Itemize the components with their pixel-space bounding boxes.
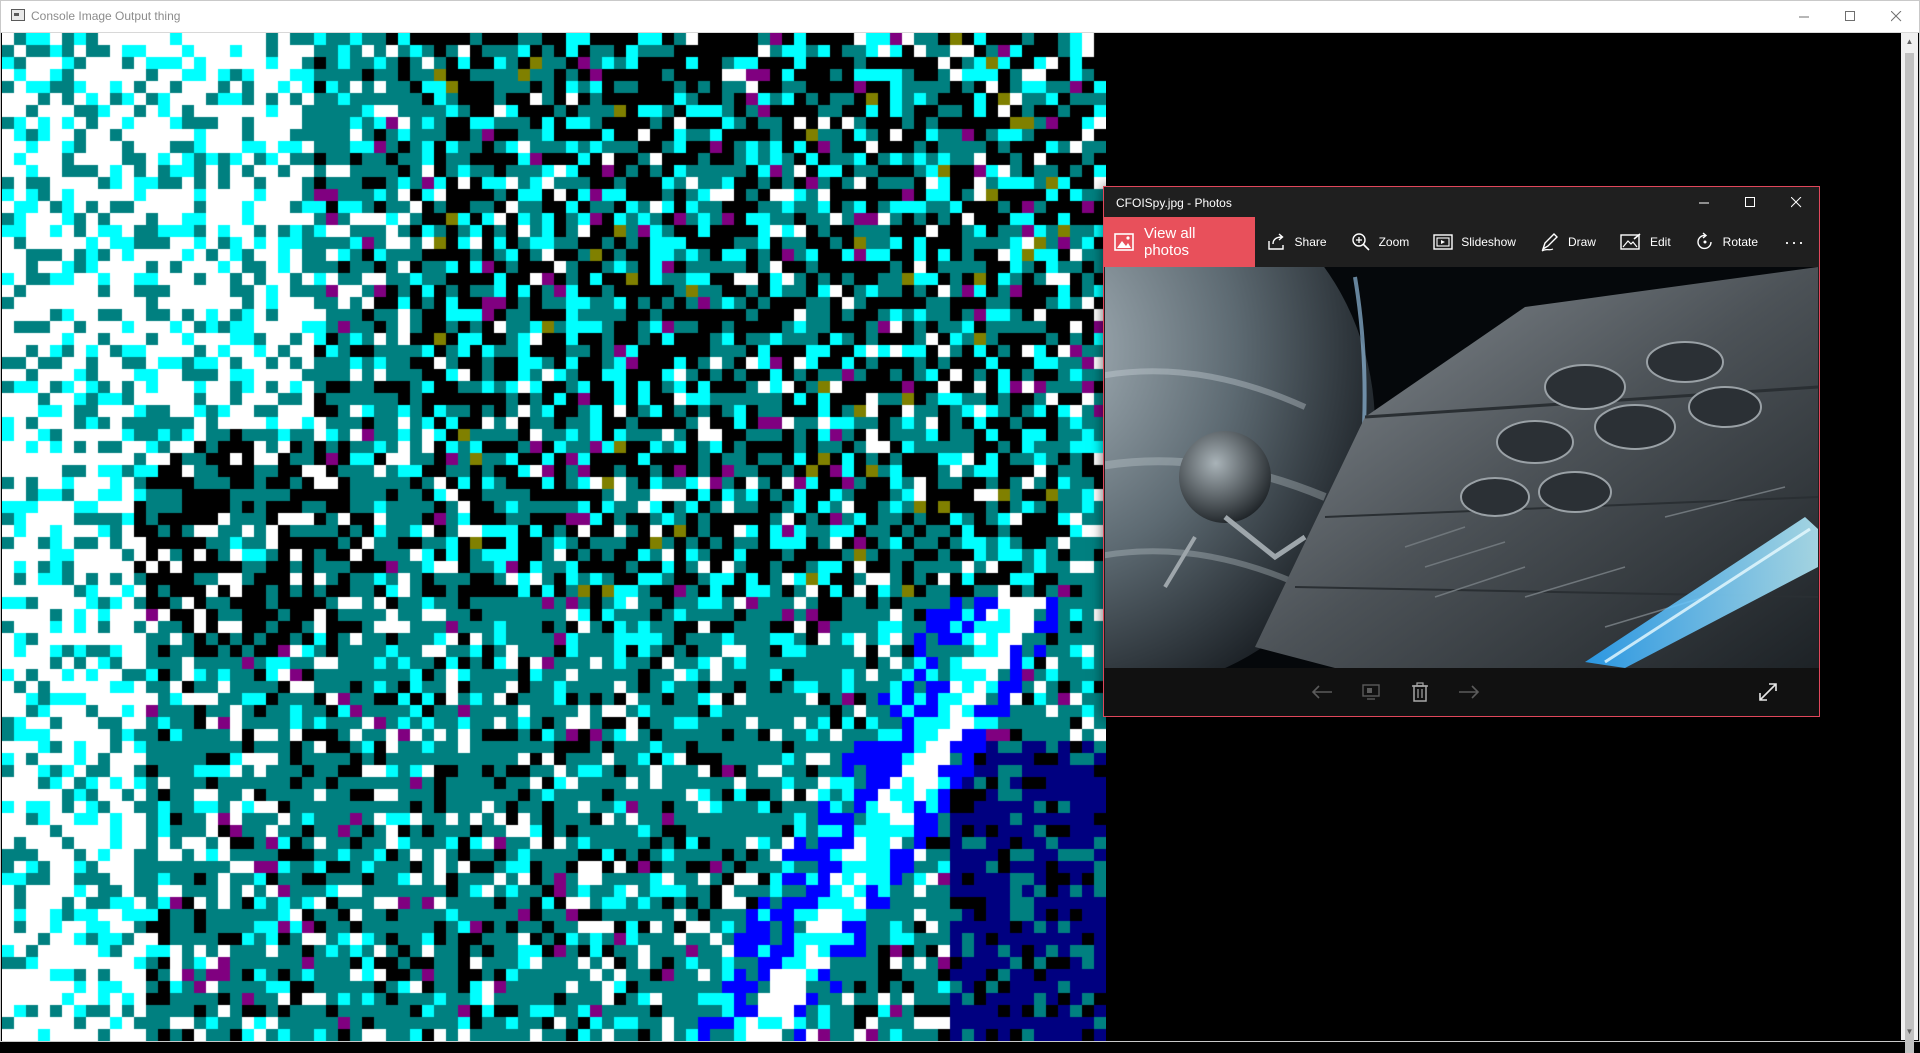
fullscreen-icon: [1759, 683, 1777, 701]
minimize-button[interactable]: [1781, 1, 1827, 32]
photos-icon: [1114, 233, 1134, 251]
scroll-down-arrow-icon[interactable]: ▼: [1901, 1023, 1918, 1040]
minimize-icon: [1798, 16, 1809, 18]
slideshow-label: Slideshow: [1461, 235, 1516, 249]
share-icon: [1267, 233, 1284, 250]
photos-close-button[interactable]: [1773, 187, 1819, 217]
console-pixel-output: [2, 33, 1106, 1041]
more-icon: ···: [1784, 231, 1805, 252]
fullscreen-button[interactable]: [1756, 680, 1780, 704]
share-label: Share: [1294, 235, 1327, 249]
slideshow-icon: [1433, 234, 1453, 250]
zoom-button[interactable]: Zoom: [1339, 217, 1422, 267]
slideshow-thumbnail-button[interactable]: [1359, 680, 1383, 704]
photos-window: CFOISpy.jpg - Photos View all photos Sha…: [1103, 186, 1820, 717]
console-vertical-scrollbar[interactable]: ▲ ▼: [1901, 33, 1918, 1053]
draw-icon: [1541, 233, 1558, 252]
draw-label: Draw: [1567, 235, 1596, 249]
slideshow-thumbnail-icon: [1362, 684, 1380, 700]
view-all-photos-button[interactable]: View all photos: [1104, 217, 1255, 267]
previous-arrow-icon: [1311, 685, 1332, 699]
millennium-falcon-photo: [1105, 267, 1818, 668]
scrollbar-thumb[interactable]: [1905, 53, 1914, 1053]
edit-icon: [1620, 233, 1641, 250]
slideshow-button[interactable]: Slideshow: [1421, 217, 1528, 267]
maximize-button[interactable]: [1827, 1, 1873, 32]
minimize-icon: [1698, 202, 1709, 203]
next-photo-button[interactable]: [1457, 680, 1481, 704]
zoom-icon: [1351, 233, 1370, 251]
photos-maximize-button[interactable]: [1727, 187, 1773, 217]
zoom-label: Zoom: [1378, 235, 1410, 249]
share-button[interactable]: Share: [1255, 217, 1339, 267]
console-window-controls: [1781, 1, 1919, 32]
draw-button[interactable]: Draw: [1528, 217, 1608, 267]
maximize-icon: [1744, 196, 1755, 207]
photo-viewer[interactable]: [1105, 267, 1818, 668]
previous-photo-button[interactable]: [1310, 680, 1334, 704]
edit-label: Edit: [1649, 235, 1671, 249]
photos-window-title: CFOISpy.jpg - Photos: [1116, 196, 1232, 210]
rotate-button[interactable]: Rotate: [1683, 217, 1770, 267]
rotate-icon: [1696, 232, 1712, 250]
close-icon: [1890, 11, 1901, 22]
close-button[interactable]: [1873, 1, 1919, 32]
dithered-image-canvas: [2, 33, 1106, 1041]
delete-icon: [1412, 682, 1428, 702]
view-all-photos-label: View all photos: [1144, 225, 1196, 259]
photo-bottom-bar: [1104, 668, 1819, 716]
photos-window-controls: [1681, 187, 1819, 217]
more-options-button[interactable]: ···: [1770, 232, 1819, 253]
photos-toolbar: View all photos Share Zoom Slideshow Dra…: [1104, 217, 1819, 267]
close-icon: [1790, 196, 1801, 207]
console-app-icon: [11, 9, 25, 21]
maximize-icon: [1844, 11, 1855, 21]
scroll-up-arrow-icon[interactable]: ▲: [1901, 33, 1918, 50]
delete-photo-button[interactable]: [1408, 680, 1432, 704]
console-window-title: Console Image Output thing: [31, 9, 181, 23]
photos-minimize-button[interactable]: [1681, 187, 1727, 217]
console-titlebar[interactable]: Console Image Output thing: [1, 1, 1919, 33]
edit-button[interactable]: Edit: [1608, 217, 1683, 267]
rotate-label: Rotate: [1722, 235, 1759, 249]
next-arrow-icon: [1459, 685, 1480, 699]
photos-titlebar[interactable]: CFOISpy.jpg - Photos: [1104, 187, 1819, 217]
